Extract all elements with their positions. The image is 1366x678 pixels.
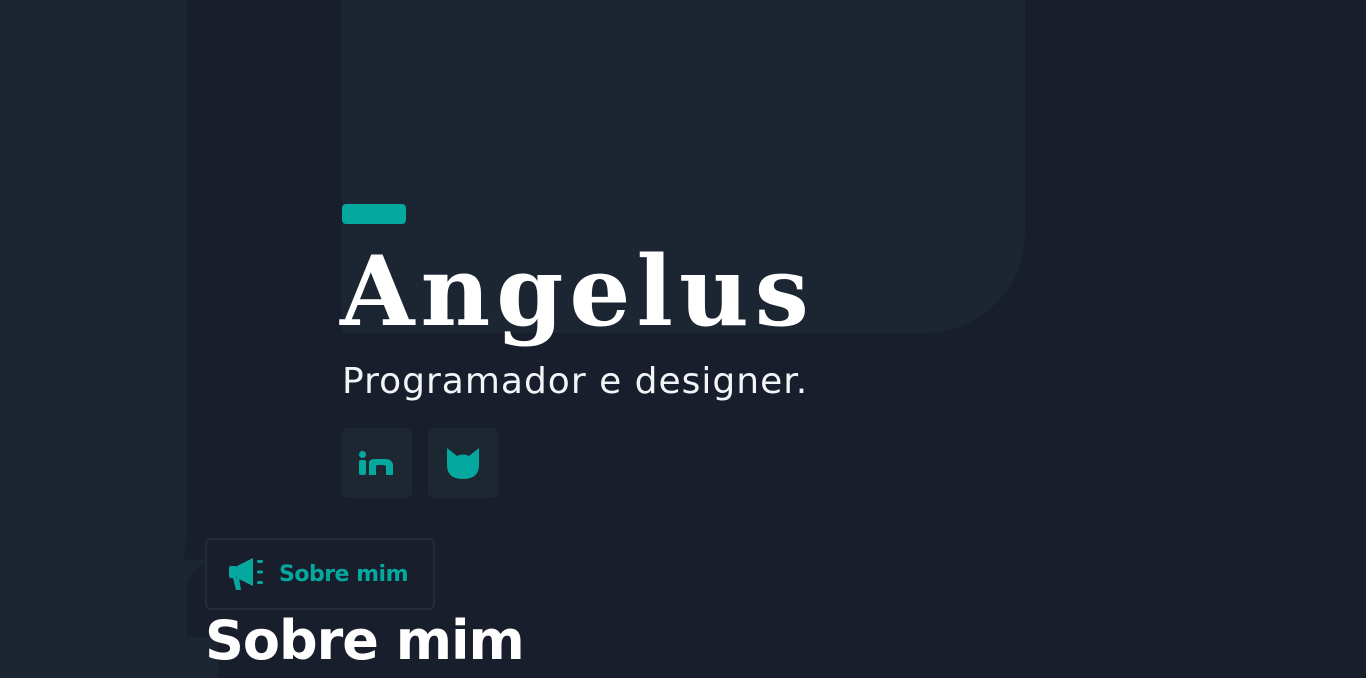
cat-icon <box>447 448 479 479</box>
background-panel-left <box>0 0 186 637</box>
about-badge[interactable]: Sobre mim <box>205 538 435 610</box>
about-heading: Sobre mim <box>205 609 525 672</box>
megaphone-icon <box>229 558 263 590</box>
about-badge-label: Sobre mim <box>279 561 409 587</box>
page: Angelus Programador e designer. Sobre mi… <box>0 0 1366 678</box>
background-panel-left-base-fill <box>0 637 218 678</box>
cat-button[interactable] <box>428 428 498 498</box>
accent-bar <box>342 204 406 224</box>
hero-subtitle: Programador e designer. <box>342 361 809 402</box>
linkedin-icon <box>359 451 393 475</box>
linkedin-button[interactable] <box>342 428 412 498</box>
hero-title: Angelus <box>340 235 815 348</box>
